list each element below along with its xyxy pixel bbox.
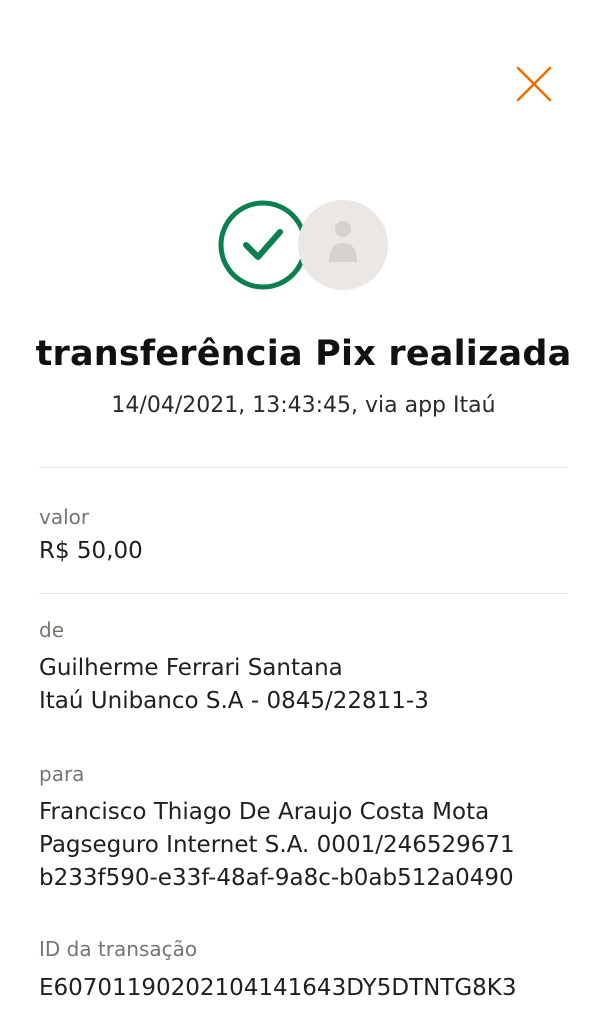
sender-label: de: [39, 618, 64, 642]
recipient-label: para: [39, 762, 85, 786]
transfer-datetime: 14/04/2021, 13:43:45, via app Itaú: [111, 393, 496, 418]
recipient-pix-key: b233f590-e33f-48af-9a8c-b0ab512a0490: [39, 865, 514, 891]
recipient-name: Francisco Thiago De Araujo Costa Mota: [39, 799, 490, 825]
transaction-id-value: E60701190202104141643DY5DTNTG8K3: [39, 975, 517, 1001]
amount-label: valor: [39, 505, 90, 529]
divider: [39, 593, 568, 594]
page-title: transferência Pix realizada: [35, 334, 572, 374]
status-icons: [216, 198, 391, 293]
sender-bank: Itaú Unibanco S.A - 0845/22811-3: [39, 688, 429, 714]
check-circle-icon: [218, 200, 308, 290]
recipient-bank: Pagseguro Internet S.A. 0001/246529671: [39, 832, 515, 858]
amount-value: R$ 50,00: [39, 538, 143, 564]
divider: [39, 467, 568, 468]
sender-name: Guilherme Ferrari Santana: [39, 655, 343, 681]
transaction-id-label: ID da transação: [39, 937, 198, 961]
person-avatar-icon: [298, 200, 388, 290]
close-button[interactable]: [512, 62, 556, 106]
close-icon: [516, 66, 552, 102]
